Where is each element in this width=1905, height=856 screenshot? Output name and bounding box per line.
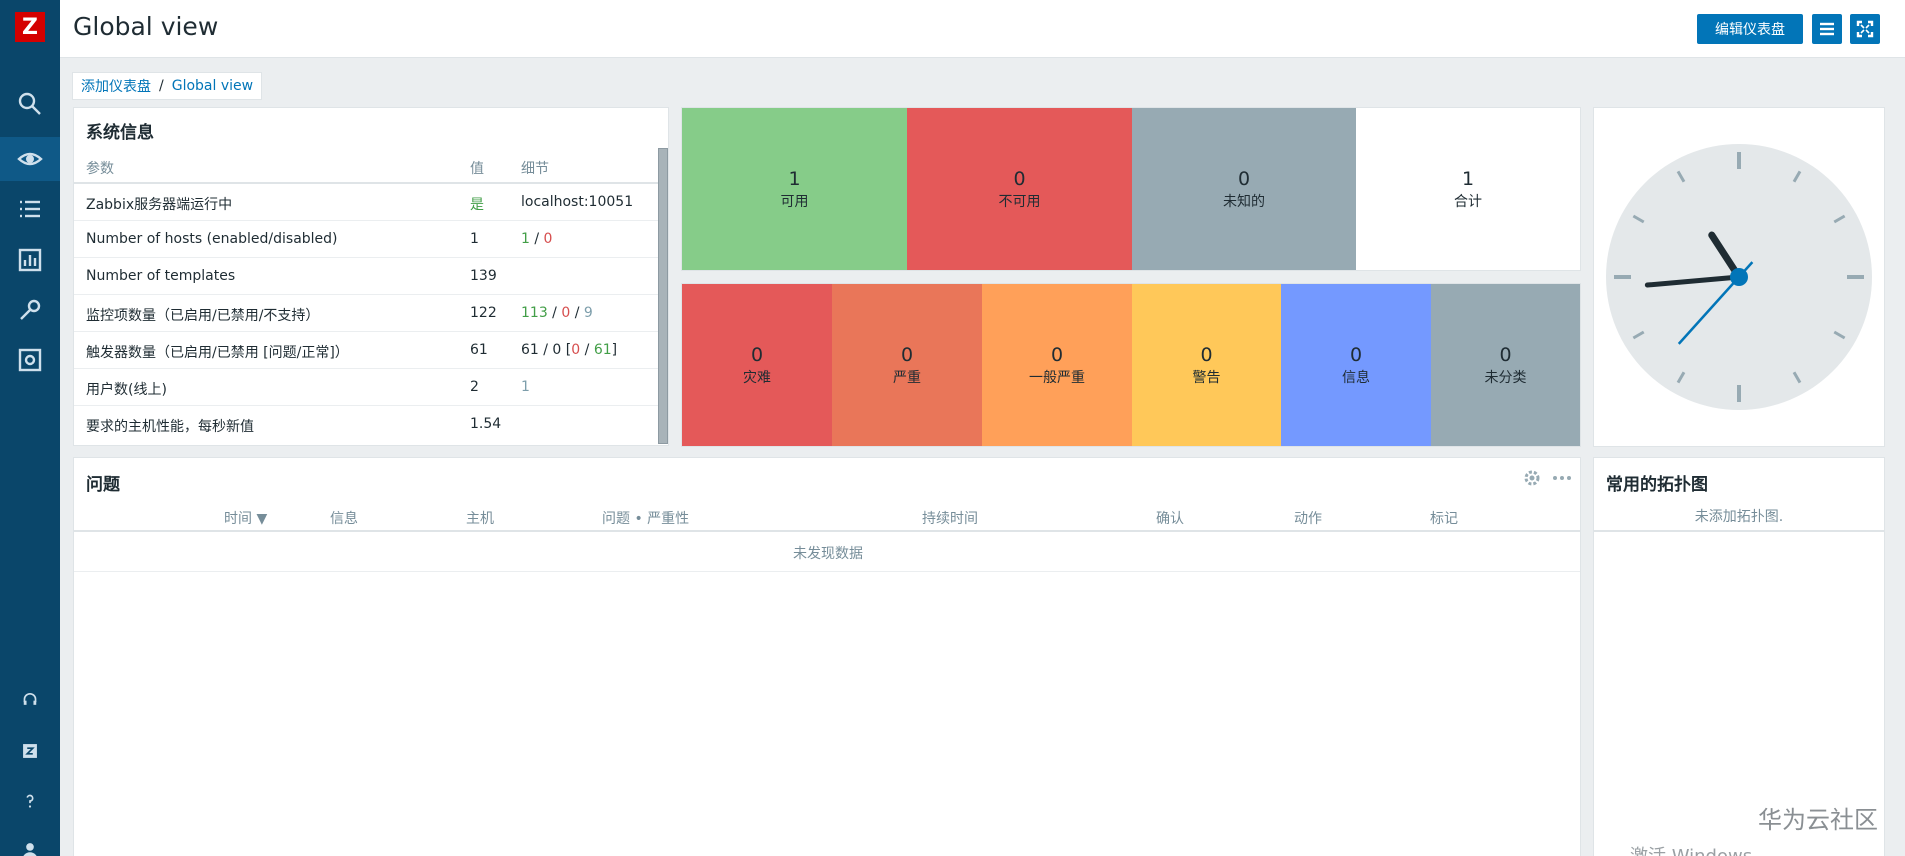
host-unknown-cell[interactable]: 0 未知的 bbox=[1132, 108, 1356, 270]
widget-settings-gear-icon[interactable] bbox=[1522, 468, 1542, 488]
table-row: 要求的主机性能，每秒新值 1.54 bbox=[86, 416, 502, 435]
widget-title: 常用的拓扑图 bbox=[1606, 475, 1708, 495]
user-profile-icon[interactable] bbox=[0, 828, 60, 856]
severity-warning-cell[interactable]: 0 警告 bbox=[1132, 284, 1281, 446]
problems-table-header: 时间 ▼ 信息 主机 问题 • 严重性 持续时间 确认 动作 标记 bbox=[74, 502, 1580, 532]
search-icon[interactable] bbox=[0, 82, 60, 126]
dashboard-menu-button[interactable] bbox=[1812, 14, 1842, 44]
problems-by-severity-widget: 0 灾难 0 严重 0 一般严重 0 警告 0 信息 0 未分类 bbox=[681, 283, 1581, 447]
host-unavailable-cell[interactable]: 0 不可用 bbox=[907, 108, 1132, 270]
zabbix-share-icon[interactable] bbox=[0, 729, 60, 773]
severity-high-cell[interactable]: 0 严重 bbox=[832, 284, 982, 446]
activate-windows-text: 激活 Windows bbox=[1630, 842, 1752, 856]
inventory-list-icon[interactable] bbox=[0, 187, 60, 231]
widget-title: 问题 bbox=[86, 475, 120, 495]
sidebar: Z bbox=[0, 0, 60, 856]
fullscreen-button[interactable] bbox=[1850, 14, 1880, 44]
problems-widget: 问题 时间 ▼ 信息 主机 问题 • 严重性 持续时间 确认 动作 标记 未发现… bbox=[73, 457, 1581, 856]
administration-gear-icon[interactable] bbox=[0, 338, 60, 382]
host-availability-widget: 1 可用 0 不可用 0 未知的 1 合计 bbox=[681, 107, 1581, 271]
help-icon[interactable] bbox=[0, 779, 60, 823]
table-row: Number of hosts (enabled/disabled) 1 1 /… bbox=[74, 221, 658, 258]
widget-more-icon[interactable] bbox=[1552, 468, 1572, 488]
breadcrumb: 添加仪表盘 / Global view bbox=[72, 72, 263, 100]
table-header: 参数 值 细节 bbox=[74, 154, 658, 184]
breadcrumb-current-link[interactable]: Global view bbox=[172, 78, 253, 94]
no-maps-message: 未添加拓扑图. bbox=[1594, 502, 1884, 532]
favourite-maps-widget: 常用的拓扑图 未添加拓扑图. bbox=[1593, 457, 1885, 856]
table-row: Number of templates 139 bbox=[74, 258, 658, 295]
monitoring-eye-icon[interactable] bbox=[0, 137, 60, 181]
breadcrumb-dashboards-link[interactable]: 添加仪表盘 bbox=[81, 76, 151, 96]
table-row: 用户数(线上) 2 1 bbox=[74, 369, 658, 406]
reports-chart-icon[interactable] bbox=[0, 238, 60, 282]
no-data-message: 未发现数据 bbox=[74, 534, 1580, 572]
configuration-wrench-icon[interactable] bbox=[0, 288, 60, 332]
severity-not-classified-cell[interactable]: 0 未分类 bbox=[1431, 284, 1580, 446]
zabbix-logo[interactable]: Z bbox=[15, 12, 45, 42]
watermark-text: 华为云社区 bbox=[1758, 806, 1878, 834]
sort-time-header[interactable]: 时间 ▼ bbox=[224, 508, 267, 528]
severity-average-cell[interactable]: 0 一般严重 bbox=[982, 284, 1132, 446]
edit-dashboard-button[interactable]: 编辑仪表盘 bbox=[1697, 14, 1803, 44]
host-total-cell[interactable]: 1 合计 bbox=[1356, 108, 1580, 270]
fullscreen-icon bbox=[1856, 20, 1874, 38]
table-row: Zabbix服务器端运行中 是 localhost:10051 bbox=[74, 184, 658, 221]
widget-scrollbar[interactable] bbox=[658, 148, 668, 444]
table-row: 触发器数量（已启用/已禁用 [问题/正常]） 61 61 / 0 [0 / 61… bbox=[74, 332, 658, 369]
host-available-cell[interactable]: 1 可用 bbox=[682, 108, 907, 270]
hamburger-icon bbox=[1820, 22, 1834, 36]
system-info-table: 参数 值 细节 Zabbix服务器端运行中 是 localhost:10051 … bbox=[74, 154, 658, 443]
page-title: Global view bbox=[73, 12, 219, 41]
table-row: 监控项数量（已启用/已禁用/不支持） 122 113 / 0 / 9 bbox=[74, 295, 658, 332]
analog-clock bbox=[1606, 144, 1872, 410]
support-headset-icon[interactable] bbox=[0, 678, 60, 722]
clock-widget bbox=[1593, 107, 1885, 447]
system-info-widget: 系统信息 参数 值 细节 Zabbix服务器端运行中 是 localhost:1… bbox=[73, 107, 669, 446]
page-header: Global view 编辑仪表盘 bbox=[60, 0, 1905, 58]
severity-disaster-cell[interactable]: 0 灾难 bbox=[682, 284, 832, 446]
severity-information-cell[interactable]: 0 信息 bbox=[1281, 284, 1431, 446]
widget-title: 系统信息 bbox=[86, 123, 154, 143]
